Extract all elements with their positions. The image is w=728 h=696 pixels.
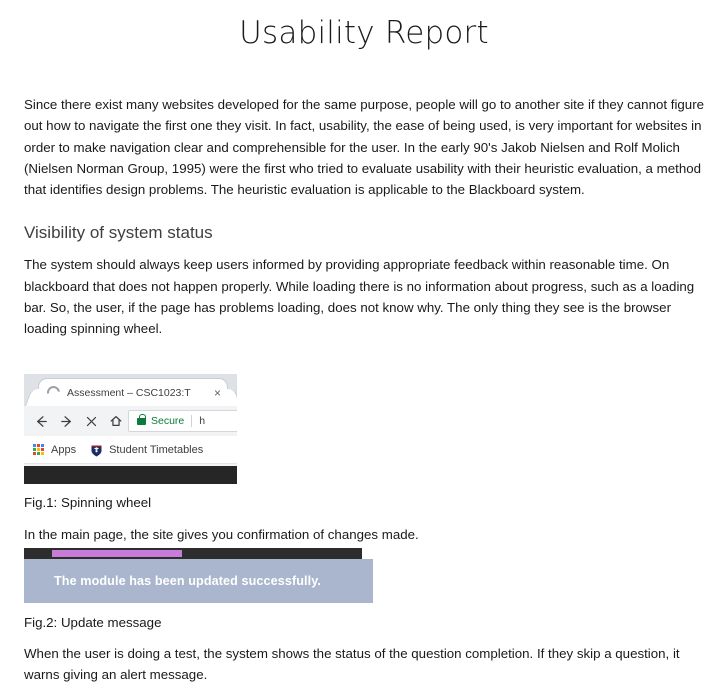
update-message-banner: The module has been updated successfully… [24,559,373,603]
bookmark-item-student-timetables[interactable]: Student Timetables [109,444,203,456]
closing-paragraph: When the user is doing a test, the syste… [24,646,680,683]
browser-window-screenshot: Assessment – CSC1023:T × Secure h Apps S… [24,374,237,484]
bookmarks-bar: Apps Student Timetables [24,436,237,464]
forward-arrow-icon[interactable] [55,410,77,432]
document-page: Usability Report Since there exist many … [0,16,728,696]
loading-spinner-icon [44,383,63,402]
banner-top-bar [24,548,362,559]
document-body: Since there exist many websites develope… [24,94,706,340]
banner-message-text: The module has been updated successfully… [54,574,321,588]
address-bar[interactable]: Secure h [128,410,237,432]
bookmark-item-apps[interactable]: Apps [51,444,76,456]
url-text: h [199,415,206,427]
figure-1-image: Assessment – CSC1023:T × Secure h Apps S… [24,374,237,484]
figure-2-caption: Fig.2: Update message [24,615,162,630]
figure-2-caption-wrap: Fig.2: Update message [24,613,624,633]
figure-1-caption: Fig.1: Spinning wheel [24,495,152,510]
browser-toolbar: Secure h [24,406,237,436]
lock-icon [137,413,146,425]
home-icon[interactable] [105,410,127,432]
browser-tab-active[interactable]: Assessment – CSC1023:T × [38,378,228,406]
page-content-area [24,466,237,484]
closing-text-wrap: When the user is doing a test, the syste… [24,643,706,686]
figure-2-image: The module has been updated successfully… [24,548,373,603]
apps-grid-icon[interactable] [33,444,44,455]
divider [191,415,193,427]
section-heading-visibility: Visibility of system status [24,223,213,243]
back-arrow-icon[interactable] [30,410,52,432]
mid-text-wrap: In the main page, the site gives you con… [24,524,704,545]
browser-tab-title: Assessment – CSC1023:T [67,386,191,399]
section-paragraph: The system should always keep users info… [24,257,695,337]
page-title: Usability Report [239,15,489,51]
figure-1-caption-wrap: Fig.1: Spinning wheel [24,493,624,513]
security-status-label: Secure [151,415,185,427]
stop-x-icon[interactable] [80,410,102,432]
close-icon[interactable]: × [214,387,221,399]
browser-tab-strip: Assessment – CSC1023:T × [24,374,237,406]
university-crest-icon [90,443,103,457]
progress-indicator [52,550,182,557]
mid-paragraph: In the main page, the site gives you con… [24,527,419,542]
intro-paragraph: Since there exist many websites develope… [24,97,705,198]
